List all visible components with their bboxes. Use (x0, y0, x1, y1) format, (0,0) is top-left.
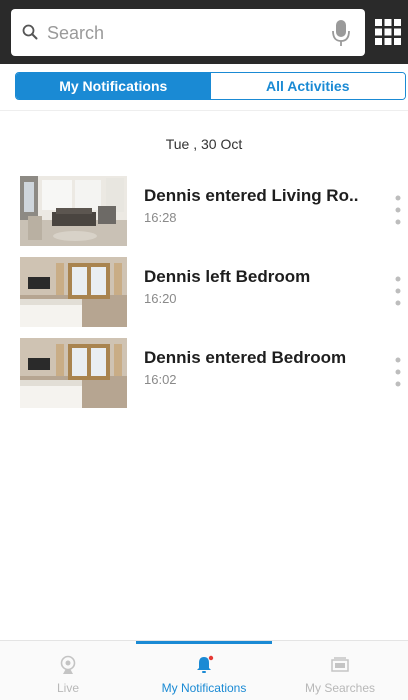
app-grid-icon[interactable] (374, 18, 402, 46)
bedroom-thumbnail (20, 257, 127, 327)
notification-item[interactable]: Dennis entered Bedroom 16:02 (0, 336, 408, 417)
bottom-navigation: Live My Notifications My Searches (0, 640, 408, 700)
notification-item[interactable]: Dennis left Bedroom 16:20 (0, 255, 408, 336)
date-header: Tue , 30 Oct (165, 136, 243, 152)
more-options-icon[interactable] (392, 192, 404, 228)
search-input[interactable] (47, 17, 327, 49)
nav-label: Live (56, 681, 79, 695)
more-options-icon[interactable] (392, 354, 404, 390)
camera-icon (60, 655, 76, 674)
divider (0, 110, 408, 111)
notification-time: 16:20 (144, 291, 177, 306)
living-room-thumbnail (20, 176, 127, 246)
more-options-icon[interactable] (392, 273, 404, 309)
nav-label: My Notifications (161, 681, 247, 695)
tab-my-notifications[interactable]: My Notifications (16, 73, 211, 99)
search-icon (22, 24, 38, 40)
notification-title: Dennis entered Living Ro.. (144, 186, 359, 205)
notification-list: Dennis entered Living Ro.. 16:28 Dennis … (0, 174, 408, 417)
notification-time: 16:02 (144, 372, 177, 387)
notification-title: Dennis left Bedroom (144, 267, 311, 286)
notification-tabs: My Notifications All Activities (15, 72, 406, 100)
notification-item[interactable]: Dennis entered Living Ro.. 16:28 (0, 174, 408, 255)
top-bar (0, 0, 408, 64)
nav-my-searches[interactable]: My Searches (272, 641, 408, 700)
nav-live[interactable]: Live (0, 641, 136, 700)
search-box[interactable] (11, 9, 365, 56)
search-history-icon (331, 657, 349, 672)
tab-all-activities[interactable]: All Activities (210, 73, 405, 99)
notification-title: Dennis entered Bedroom (144, 348, 347, 367)
nav-label: My Searches (304, 681, 376, 695)
bell-icon (197, 655, 214, 673)
notification-time: 16:28 (144, 210, 177, 225)
notification-badge (208, 655, 214, 661)
nav-my-notifications[interactable]: My Notifications (136, 641, 272, 700)
bedroom-thumbnail (20, 338, 127, 408)
microphone-icon[interactable] (331, 19, 351, 47)
